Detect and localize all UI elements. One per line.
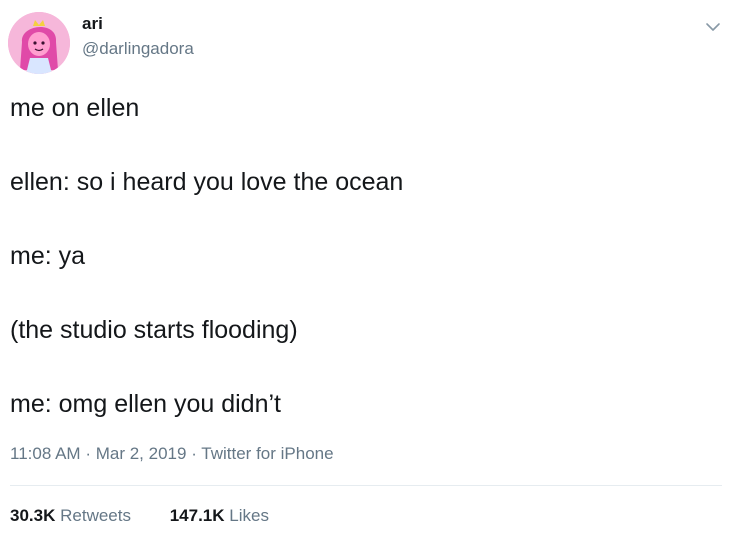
likes-label: Likes xyxy=(229,506,269,525)
tweet-text: me on ellen ellen: so i heard you love t… xyxy=(10,92,710,462)
meta-separator: · xyxy=(191,444,197,463)
divider xyxy=(10,485,722,486)
likes-stat[interactable]: 147.1K Likes xyxy=(170,505,269,527)
display-name[interactable]: ari xyxy=(82,14,194,34)
tweet-line: me on ellen xyxy=(10,94,140,122)
tweet-line: me: ya xyxy=(10,242,86,270)
princess-bubblegum-avatar-icon xyxy=(8,12,70,74)
chevron-down-icon xyxy=(706,23,720,31)
tweet-time[interactable]: 11:08 AM xyxy=(10,444,81,463)
avatar[interactable] xyxy=(8,12,70,74)
tweet-line: me: omg ellen you didn’t xyxy=(10,390,281,418)
retweets-count: 30.3K xyxy=(10,506,56,525)
retweets-stat[interactable]: 30.3K Retweets xyxy=(10,505,131,527)
author-block: ari @darlingadora xyxy=(82,14,194,60)
tweet-date[interactable]: Mar 2, 2019 xyxy=(96,444,187,463)
likes-count: 147.1K xyxy=(169,506,225,525)
tweet-metadata: 11:08 AM · Mar 2, 2019 · Twitter for iPh… xyxy=(10,443,334,465)
tweet-card: ari @darlingadora me on ellen ellen: so … xyxy=(0,0,732,539)
tweet-menu-button[interactable] xyxy=(704,18,722,36)
user-handle[interactable]: @darlingadora xyxy=(82,38,194,60)
tweet-line: ellen: so i heard you love the ocean xyxy=(10,168,404,196)
meta-separator: · xyxy=(85,444,91,463)
retweets-label: Retweets xyxy=(60,506,131,525)
tweet-line: (the studio starts flooding) xyxy=(10,316,298,344)
tweet-source[interactable]: Twitter for iPhone xyxy=(201,444,333,463)
tweet-stats: 30.3K Retweets 147.1K Likes xyxy=(10,505,303,527)
